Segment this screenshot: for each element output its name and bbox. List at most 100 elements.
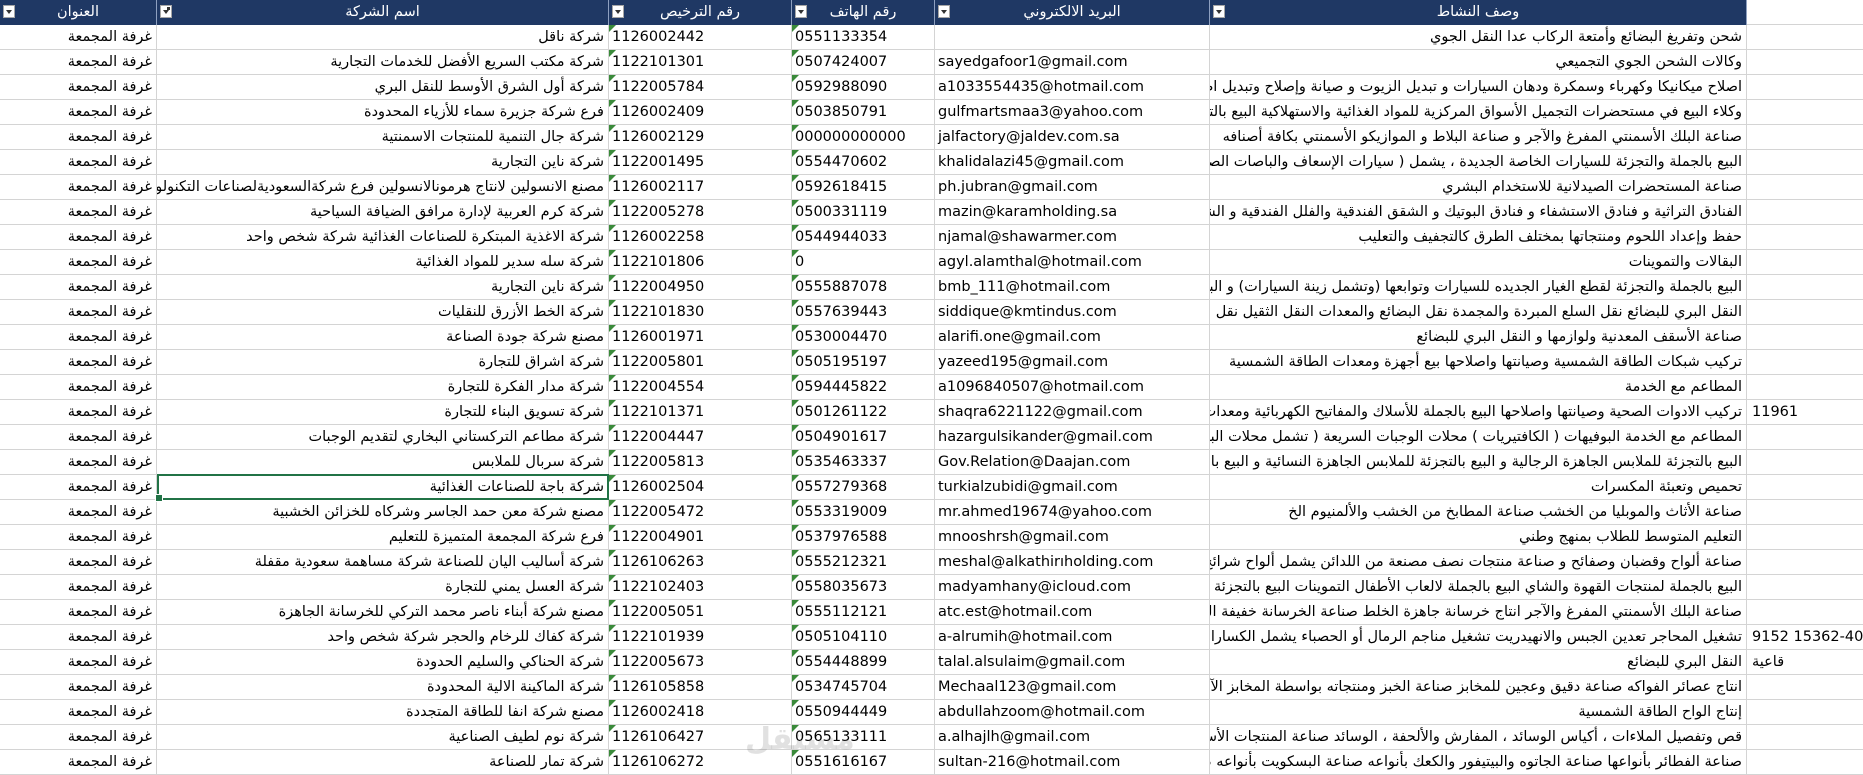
- cell-activity[interactable]: البيع بالتجزئة للملابس الجاهزة الرجالية …: [1210, 450, 1747, 475]
- cell-email[interactable]: Gov.Relation@Daajan.com: [935, 450, 1210, 475]
- filter-dropdown-icon[interactable]: [938, 5, 950, 18]
- cell-license[interactable]: 1126105858: [609, 675, 792, 700]
- cell-license[interactable]: 1126002442: [609, 25, 792, 50]
- empty-cell[interactable]: [1747, 750, 1863, 775]
- cell-email[interactable]: khalidalazi45@gmail.com: [935, 150, 1210, 175]
- cell-email[interactable]: gulfmartsmaa3@yahoo.com: [935, 100, 1210, 125]
- cell-company[interactable]: شركة سربال للملابس: [157, 450, 609, 475]
- cell-license[interactable]: 1126002258: [609, 225, 792, 250]
- cell-address[interactable]: غرفة المجمعة: [0, 275, 157, 300]
- cell-email[interactable]: mr.ahmed19674@yahoo.com: [935, 500, 1210, 525]
- cell-address[interactable]: غرفة المجمعة: [0, 600, 157, 625]
- cell-activity[interactable]: إنتاج الواح الطاقة الشمسية: [1210, 700, 1747, 725]
- cell-phone[interactable]: 0555212321: [792, 550, 935, 575]
- cell-license[interactable]: 1122101371: [609, 400, 792, 425]
- cell-phone[interactable]: 0594445822: [792, 375, 935, 400]
- column-header-address[interactable]: العنوان: [0, 0, 157, 25]
- cell-company[interactable]: مصنع شركة معن حمد الجاسر وشركاه للخزائن …: [157, 500, 609, 525]
- cell-license[interactable]: 1122004950: [609, 275, 792, 300]
- cell-email[interactable]: siddique@kmtindus.com: [935, 300, 1210, 325]
- cell-address[interactable]: غرفة المجمعة: [0, 425, 157, 450]
- cell-email[interactable]: a1096840507@hotmail.com: [935, 375, 1210, 400]
- cell-company[interactable]: شركة تمار للصناعة: [157, 750, 609, 775]
- cell-company[interactable]: شركة كرم العربية لإدارة مرافق الضيافة ال…: [157, 200, 609, 225]
- empty-cell[interactable]: [1747, 675, 1863, 700]
- cell-email[interactable]: shaqra6221122@gmail.com: [935, 400, 1210, 425]
- cell-email[interactable]: sultan-216@hotmail.com: [935, 750, 1210, 775]
- cell-email[interactable]: atc.est@hotmail.com: [935, 600, 1210, 625]
- filter-dropdown-icon[interactable]: [3, 5, 15, 18]
- cell-license[interactable]: 1126002129: [609, 125, 792, 150]
- cell-email[interactable]: sayedgafoor1@gmail.com: [935, 50, 1210, 75]
- cell-company[interactable]: شركة ناين التجارية: [157, 150, 609, 175]
- cell-activity[interactable]: صناعة الفطائر بأنواعها صناعة الجاتوه وال…: [1210, 750, 1747, 775]
- cell-activity[interactable]: الفنادق التراثية و فنادق الاستشفاء و فنا…: [1210, 200, 1747, 225]
- cell-email[interactable]: abdullahzoom@hotmail.com: [935, 700, 1210, 725]
- cell-address[interactable]: غرفة المجمعة: [0, 550, 157, 575]
- empty-cell[interactable]: [1747, 25, 1863, 50]
- cell-address[interactable]: غرفة المجمعة: [0, 350, 157, 375]
- cell-address[interactable]: غرفة المجمعة: [0, 700, 157, 725]
- cell-license[interactable]: 1122101830: [609, 300, 792, 325]
- cell-address[interactable]: غرفة المجمعة: [0, 125, 157, 150]
- cell-license[interactable]: 1122005472: [609, 500, 792, 525]
- cell-activity[interactable]: وكلاء البيع في مستحضرات التجميل الأسواق …: [1210, 100, 1747, 125]
- cell-email[interactable]: talal.alsulaim@gmail.com: [935, 650, 1210, 675]
- cell-phone[interactable]: 0554448899: [792, 650, 935, 675]
- cell-activity[interactable]: تركيب الادوات الصحية وصيانتها واصلاحها ا…: [1210, 400, 1747, 425]
- cell-company[interactable]: مصنع الانسولين لانتاج هرمونالانسولين فرع…: [157, 175, 609, 200]
- empty-cell[interactable]: [1747, 475, 1863, 500]
- cell-phone[interactable]: 0505104110: [792, 625, 935, 650]
- empty-cell[interactable]: [1747, 550, 1863, 575]
- filter-dropdown-icon[interactable]: [1213, 5, 1225, 18]
- cell-license[interactable]: 1126002117: [609, 175, 792, 200]
- cell-email[interactable]: mnooshrsh@gmail.com: [935, 525, 1210, 550]
- empty-cell[interactable]: [1747, 125, 1863, 150]
- cell-email[interactable]: njamal@shawarmer.com: [935, 225, 1210, 250]
- filter-dropdown-icon[interactable]: [160, 5, 172, 18]
- empty-cell[interactable]: [1747, 350, 1863, 375]
- cell-phone[interactable]: 0507424007: [792, 50, 935, 75]
- cell-phone[interactable]: 0503850791: [792, 100, 935, 125]
- cell-phone[interactable]: 0554470602: [792, 150, 935, 175]
- cell-license[interactable]: 1122004901: [609, 525, 792, 550]
- cell-email[interactable]: madyamhany@icloud.com: [935, 575, 1210, 600]
- cell-phone[interactable]: 0592988090: [792, 75, 935, 100]
- cell-activity[interactable]: صناعة البلك الأسمنتي المفرغ والآجر انتاج…: [1210, 600, 1747, 625]
- cell-phone[interactable]: 0534745704: [792, 675, 935, 700]
- cell-license[interactable]: 1126002504: [609, 475, 792, 500]
- cell-address[interactable]: غرفة المجمعة: [0, 625, 157, 650]
- empty-cell[interactable]: [1747, 700, 1863, 725]
- empty-cell[interactable]: [1747, 250, 1863, 275]
- cell-address[interactable]: غرفة المجمعة: [0, 750, 157, 775]
- cell-address[interactable]: غرفة المجمعة: [0, 400, 157, 425]
- cell-license[interactable]: 1126106263: [609, 550, 792, 575]
- cell-address[interactable]: غرفة المجمعة: [0, 300, 157, 325]
- empty-cell[interactable]: [1747, 725, 1863, 750]
- cell-email[interactable]: agyl.alamthal@hotmail.com: [935, 250, 1210, 275]
- column-header-activity[interactable]: وصف النشاط: [1210, 0, 1747, 25]
- cell-phone[interactable]: 0500331119: [792, 200, 935, 225]
- empty-cell[interactable]: [1747, 100, 1863, 125]
- cell-address[interactable]: غرفة المجمعة: [0, 150, 157, 175]
- cell-address[interactable]: غرفة المجمعة: [0, 650, 157, 675]
- cell-activity[interactable]: تركيب شبكات الطاقة الشمسية وصيانتها واصل…: [1210, 350, 1747, 375]
- cell-activity[interactable]: حفظ وإعداد اللحوم ومنتجاتها بمختلف الطرق…: [1210, 225, 1747, 250]
- cell-license[interactable]: 1122005801: [609, 350, 792, 375]
- cell-company[interactable]: شركة الخط الأزرق للنقليات: [157, 300, 609, 325]
- cell-activity[interactable]: تشغيل المحاجر تعدين الجبس والانهيدريت تش…: [1210, 625, 1747, 650]
- empty-cell[interactable]: [1747, 375, 1863, 400]
- cell-license[interactable]: 1122004554: [609, 375, 792, 400]
- cell-license[interactable]: 1122001495: [609, 150, 792, 175]
- cell-activity[interactable]: البيع بالجملة لمنتجات القهوة والشاي البي…: [1210, 575, 1747, 600]
- cell-company[interactable]: شركة تسويق البناء للتجارة: [157, 400, 609, 425]
- cell-company[interactable]: شركة مطاعم التركستاني البخاري لتقديم الو…: [157, 425, 609, 450]
- cell-phone[interactable]: 0505195197: [792, 350, 935, 375]
- cell-activity[interactable]: صناعة ألواح وقضبان وصفائح و صناعة منتجات…: [1210, 550, 1747, 575]
- cell-license[interactable]: 1122004447: [609, 425, 792, 450]
- cell-company[interactable]: مصنع شركة جودة الصناعة: [157, 325, 609, 350]
- cell-address[interactable]: غرفة المجمعة: [0, 325, 157, 350]
- cell-address[interactable]: غرفة المجمعة: [0, 375, 157, 400]
- empty-cell[interactable]: [1747, 300, 1863, 325]
- empty-cell[interactable]: [1747, 500, 1863, 525]
